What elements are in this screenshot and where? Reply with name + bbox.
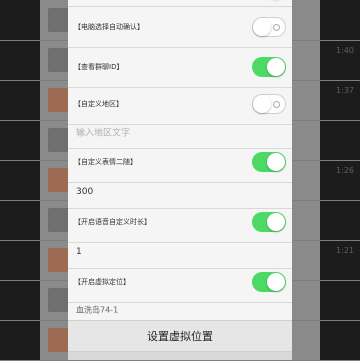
setting-label: 【自定义表情二随】: [74, 158, 137, 166]
voice-duration-value: 1: [76, 247, 82, 257]
location-value: 血洗岛74-1: [76, 305, 119, 315]
auto-confirm-toggle[interactable]: [252, 17, 286, 37]
region-placeholder: 输入地区文字: [76, 128, 131, 139]
settings-dialog: 【电脑选择自动确认】 【查看群聊ID】 【自定义地区】 输入地区文字 【自定义表…: [68, 0, 292, 360]
toggle-knob: [267, 273, 285, 291]
setting-label: 【电脑选择自动确认】: [74, 23, 144, 31]
virtual-location-toggle[interactable]: [252, 272, 286, 292]
background-time: 1:40: [336, 46, 354, 55]
setting-label: 【开启语音自定义时长】: [74, 218, 151, 226]
setting-label: 【查看群聊ID】: [74, 63, 124, 71]
setting-row-top: [68, 0, 292, 7]
set-virtual-location-button[interactable]: 设置虚拟位置: [68, 320, 292, 352]
toggle-knob: [267, 153, 285, 171]
toggle-knob: [253, 18, 271, 36]
toggle-knob: [253, 95, 271, 113]
bottom-strip: [68, 352, 292, 360]
background-time: 1:21: [336, 246, 354, 255]
custom-region-toggle[interactable]: [252, 94, 286, 114]
toggle-knob: [267, 213, 285, 231]
setting-row-group-id: 【查看群聊ID】: [68, 47, 292, 88]
background-time: 1:26: [336, 166, 354, 175]
group-id-toggle[interactable]: [252, 57, 286, 77]
voice-duration-toggle[interactable]: [252, 212, 286, 232]
expression-value: 300: [76, 187, 94, 197]
setting-label: 【开启虚拟定位】: [74, 278, 130, 286]
background-time: 1:37: [336, 86, 354, 95]
custom-expression-toggle[interactable]: [252, 152, 286, 172]
setting-row-auto-confirm: 【电脑选择自动确认】: [68, 7, 292, 48]
toggle-knob: [267, 58, 285, 76]
setting-label: 【自定义地区】: [74, 100, 123, 108]
